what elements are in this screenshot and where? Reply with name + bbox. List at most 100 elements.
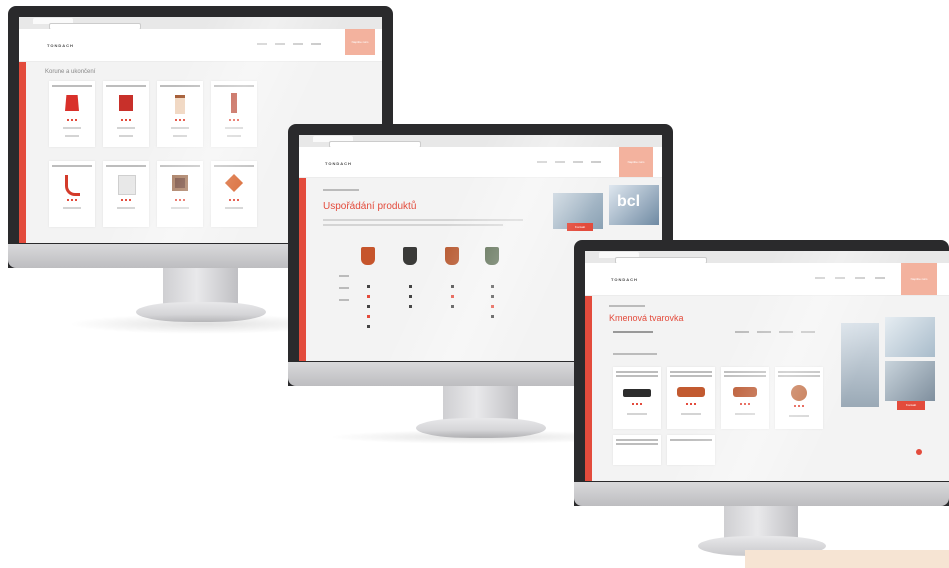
rating-dots (121, 119, 131, 121)
sort-option[interactable] (801, 331, 815, 333)
ridge-tile-icon (733, 387, 757, 397)
contact-cta-button[interactable]: Napište nám (901, 263, 937, 295)
spec-swatch (409, 295, 412, 298)
monitor-3: TONDACH Napište nám Kmenová tvarovka Kon… (574, 240, 949, 568)
site-logo[interactable]: TONDACH (611, 277, 638, 282)
rating-dots (229, 119, 239, 121)
product-card[interactable] (157, 161, 203, 227)
nav-item[interactable] (293, 43, 303, 45)
page-title: Korune a ukončení (45, 69, 96, 75)
black-tile-icon (623, 389, 651, 397)
nav-item[interactable] (835, 277, 845, 279)
card-text (65, 135, 79, 137)
photo-caption: bcl (617, 193, 641, 210)
spec-label (339, 287, 349, 289)
spec-swatch (367, 325, 370, 328)
product-variant-black[interactable] (403, 247, 417, 265)
page-title: Kmenová tvarovka (609, 313, 684, 323)
product-card[interactable] (721, 367, 769, 429)
monitor-chin (574, 482, 949, 506)
rating-dots (175, 119, 185, 121)
gutter-icon (65, 175, 80, 196)
hero-photo (885, 317, 935, 357)
card-text (681, 413, 701, 415)
card-title (160, 165, 200, 167)
card-text (627, 413, 647, 415)
product-variant-terracotta[interactable] (361, 247, 375, 265)
card-text (173, 135, 187, 137)
product-card[interactable] (157, 81, 203, 147)
spec-swatch (451, 295, 454, 298)
sort-option[interactable] (779, 331, 793, 333)
card-title (616, 371, 658, 373)
nav-item[interactable] (555, 161, 565, 163)
nav-item[interactable] (275, 43, 285, 45)
product-card[interactable] (211, 161, 257, 227)
decorative-strip (745, 550, 949, 568)
product-card[interactable] (775, 367, 823, 429)
snow-guard-icon (231, 93, 237, 113)
contact-cta-button[interactable]: Napište nám (345, 29, 375, 55)
product-card[interactable] (103, 161, 149, 227)
site-logo[interactable]: TONDACH (47, 43, 74, 48)
product-variant-green[interactable] (485, 247, 499, 265)
card-text (117, 127, 135, 129)
clay-tile-icon (224, 173, 244, 193)
breadcrumb[interactable] (609, 305, 645, 307)
nav-item[interactable] (591, 161, 601, 163)
nav-item[interactable] (573, 161, 583, 163)
product-card[interactable] (613, 435, 661, 465)
nav-item[interactable] (815, 277, 825, 279)
hero-photo (885, 361, 935, 401)
rating-dots (67, 199, 77, 201)
card-title (670, 375, 712, 377)
product-card[interactable] (103, 81, 149, 147)
rating-dots (632, 403, 642, 405)
product-card[interactable] (49, 81, 95, 147)
card-title (670, 371, 712, 373)
product-card[interactable] (667, 435, 715, 465)
spec-swatch (367, 315, 370, 318)
spec-swatch (409, 305, 412, 308)
card-title (52, 85, 92, 87)
card-title (52, 165, 92, 167)
nav-item[interactable] (257, 43, 267, 45)
product-card[interactable] (211, 81, 257, 147)
card-text (117, 207, 135, 209)
filter-select[interactable] (613, 331, 653, 333)
nav-item[interactable] (875, 277, 885, 279)
breadcrumb[interactable] (323, 189, 359, 191)
card-text (63, 207, 81, 209)
photo-contact-button[interactable]: Kontakt (567, 223, 593, 231)
ridge-tile-icon (65, 95, 79, 111)
spec-swatch (491, 305, 494, 308)
product-card[interactable] (613, 367, 661, 429)
contact-cta-button[interactable]: Napište nám (619, 147, 653, 177)
card-text (225, 127, 243, 129)
product-variant-red[interactable] (445, 247, 459, 265)
product-card[interactable] (667, 367, 715, 429)
site-logo[interactable]: TONDACH (325, 161, 352, 166)
product-card[interactable] (49, 161, 95, 227)
card-title (214, 85, 254, 87)
sort-option[interactable] (735, 331, 749, 333)
site-header: TONDACH Napište nám (19, 29, 382, 62)
photo-contact-button[interactable]: Kontakt (897, 401, 925, 410)
section-label (613, 353, 657, 355)
card-title (616, 439, 658, 441)
card-title (724, 371, 766, 373)
spec-swatch (367, 285, 370, 288)
nav-item[interactable] (537, 161, 547, 163)
card-text (225, 207, 243, 209)
sort-option[interactable] (757, 331, 771, 333)
scroll-top-button[interactable] (916, 449, 922, 455)
site-header: TONDACH Napište nám (585, 263, 949, 296)
nav-item[interactable] (311, 43, 321, 45)
vent-tile-icon (175, 95, 185, 114)
spec-swatch (409, 285, 412, 288)
hero-photo: bcl (609, 185, 659, 225)
spec-label (339, 275, 349, 277)
intro-text (323, 219, 523, 221)
nav-item[interactable] (855, 277, 865, 279)
roof-tile-icon (119, 95, 133, 111)
